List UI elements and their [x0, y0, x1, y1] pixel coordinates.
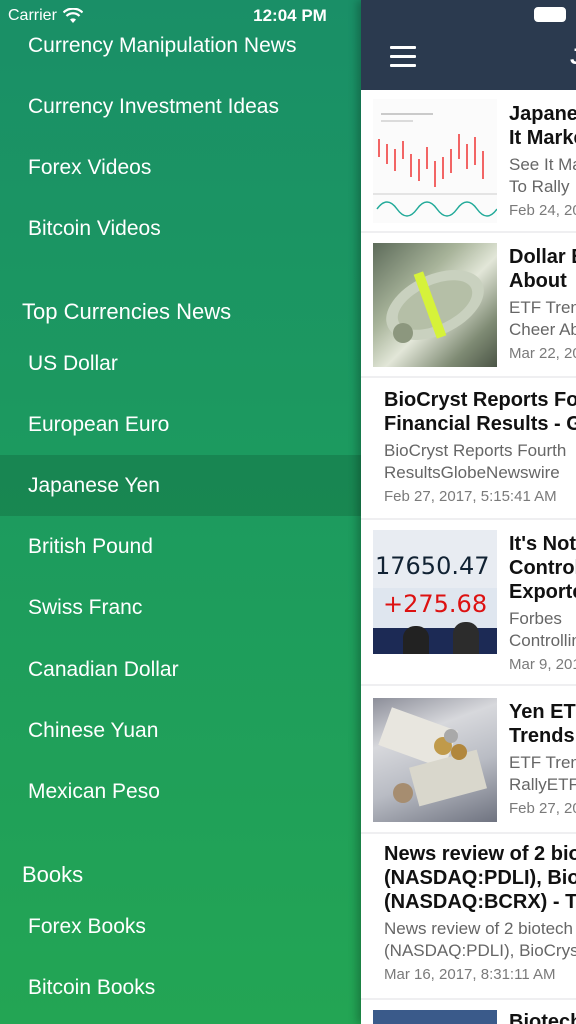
article-card[interactable]: Yen ETF Trends ETF Trends RallyETF Feb 2… — [361, 686, 576, 832]
article-title-line2: (NASDAQ:PDLI), BioCryst — [384, 867, 576, 889]
menu-item-currency-manipulation-news[interactable]: Currency Manipulation News — [0, 15, 361, 76]
article-title: Biotech — [509, 1011, 576, 1024]
article-summary: ETF Trends — [509, 298, 576, 317]
article-card[interactable]: Dollar ETF Trends About ETF Trends Cheer… — [361, 233, 576, 376]
article-date: Feb 27, 2017 — [509, 800, 576, 817]
menu-item-chinese-yuan[interactable]: Chinese Yuan — [0, 700, 361, 761]
menu-item-forex-books[interactable]: Forex Books — [0, 896, 361, 957]
article-summary-line2: Cheer About — [509, 320, 576, 339]
article-summary-line2: Controlling — [509, 631, 576, 650]
menu-item-mexican-peso[interactable]: Mexican Peso — [0, 761, 361, 822]
article-summary: News review of 2 biotech — [384, 919, 573, 938]
article-card[interactable]: Japanese Yen Could See It Markets Rally … — [361, 90, 576, 231]
article-thumbnail-stock-board: 17650.47 +275.68 — [373, 530, 497, 654]
article-title: Yen ETF — [509, 701, 576, 723]
article-date: Mar 9, 2017 — [509, 656, 576, 673]
section-header-top-currencies: Top Currencies News — [22, 299, 232, 324]
article-title: Dollar ETF Trends — [509, 246, 576, 268]
main-content: J Japanese Yen Could S — [361, 0, 576, 1024]
section-header-books: Books — [22, 862, 84, 887]
side-drawer: Carrier 12:04 PM Currency Manipulation N… — [0, 0, 361, 1024]
article-summary-line2: ResultsGlobeNewswire — [384, 463, 560, 482]
menu-item-bitcoin-books[interactable]: Bitcoin Books — [0, 957, 361, 1018]
article-summary: ETF Trends — [509, 753, 576, 772]
article-title-line3: (NASDAQ:BCRX) - The — [384, 891, 576, 913]
menu-item-us-dollar[interactable]: US Dollar — [0, 333, 361, 394]
article-summary: BioCryst Reports Fourth — [384, 441, 567, 460]
navigation-bar: J — [361, 0, 576, 90]
article-title-line2: About — [509, 270, 567, 292]
menu-item-european-euro[interactable]: European Euro — [0, 394, 361, 455]
battery-icon — [534, 7, 566, 22]
menu-item-currency-investment-ideas[interactable]: Currency Investment Ideas — [0, 76, 361, 137]
article-summary: Forbes — [509, 609, 562, 628]
article-title: It's Not — [509, 533, 576, 555]
board-change-value: +275.68 — [383, 590, 488, 618]
article-title-line3: Exporters — [509, 581, 576, 603]
article-title-line2: Controlling — [509, 557, 576, 579]
menu-item-swiss-franc[interactable]: Swiss Franc — [0, 577, 361, 638]
menu-hamburger-icon[interactable] — [390, 46, 416, 68]
article-summary-line2: (NASDAQ:PDLI), BioCryst — [384, 941, 576, 960]
board-index-value: 17650.47 — [375, 552, 490, 580]
article-date: Feb 27, 2017, 5:15:41 AM — [384, 488, 557, 505]
article-summary-line2: To Rally — [509, 177, 570, 196]
article-title-line2: Financial Results - Globe — [384, 413, 576, 435]
menu-item-british-pound[interactable]: British Pound — [0, 516, 361, 577]
article-date: Mar 16, 2017, 8:31:11 AM — [384, 966, 556, 983]
article-thumbnail-partial — [373, 1010, 497, 1024]
article-thumbnail-dollars — [373, 243, 497, 367]
article-card[interactable]: News review of 2 biotech (NASDAQ:PDLI), … — [361, 834, 576, 998]
article-summary-line2: RallyETF — [509, 775, 576, 794]
article-date: Feb 24, 2017 — [509, 202, 576, 219]
menu-item-forex-videos[interactable]: Forex Videos — [0, 137, 361, 198]
article-card[interactable]: BioCryst Reports Fourth Financial Result… — [361, 378, 576, 518]
article-title: Japanese Yen Could See — [509, 103, 576, 125]
article-thumbnail-yen — [373, 698, 497, 822]
article-summary: See It Markets Rally — [509, 155, 576, 174]
menu-item-japanese-yen[interactable]: Japanese Yen — [0, 455, 361, 516]
article-date: Mar 22, 2017 — [509, 345, 576, 362]
nav-title: J — [570, 44, 576, 70]
menu-item-bitcoin-videos[interactable]: Bitcoin Videos — [0, 198, 361, 259]
article-card[interactable]: Biotech — [361, 1000, 576, 1024]
article-title: News review of 2 biotech — [384, 843, 576, 865]
article-thumbnail-chart — [373, 99, 497, 223]
article-title: BioCryst Reports Fourth — [384, 389, 576, 411]
article-title-line2: It Markets Rally — [509, 127, 576, 149]
menu-item-canadian-dollar[interactable]: Canadian Dollar — [0, 639, 361, 700]
article-title-line2: Trends — [509, 725, 575, 747]
article-card[interactable]: 17650.47 +275.68 It's Not Controlling Ex… — [361, 520, 576, 684]
